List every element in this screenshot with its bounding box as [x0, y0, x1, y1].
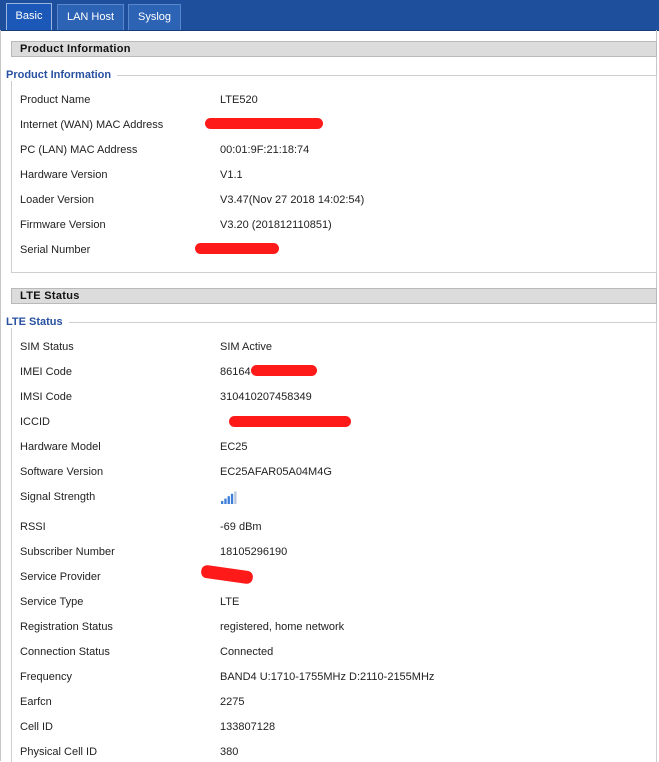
imei-code-label: IMEI Code [20, 366, 72, 378]
hardware-model-label: Hardware Model [20, 441, 101, 453]
wan-mac-redaction [205, 118, 323, 129]
tab-bar: Basic LAN Host Syslog [0, 0, 659, 31]
product-name-value: LTE520 [220, 94, 258, 106]
loader-version-value: V3.47(Nov 27 2018 14:02:54) [220, 194, 365, 206]
subscriber-number-label: Subscriber Number [20, 546, 115, 558]
firmware-version-label: Firmware Version [20, 219, 106, 231]
service-type-value: LTE [220, 596, 240, 608]
cell-id-value: 133807128 [220, 721, 276, 733]
tab-lan-host[interactable]: LAN Host [57, 4, 124, 30]
earfcn-value: 2275 [220, 696, 245, 708]
imsi-code-value: 310410207458349 [220, 391, 312, 403]
loader-version-label: Loader Version [20, 194, 94, 206]
rssi-value: -69 dBm [220, 521, 262, 533]
firmware-version-value: V3.20 (201812110851) [220, 219, 332, 231]
tab-basic[interactable]: Basic [6, 3, 52, 30]
product-information-fieldset [11, 75, 657, 273]
earfcn-label: Earfcn [20, 696, 52, 708]
subscriber-number-value: 18105296190 [220, 546, 288, 558]
lte-status-header: LTE Status [11, 288, 657, 304]
signal-bar [221, 501, 224, 504]
hardware-version-value: V1.1 [220, 169, 243, 181]
hardware-version-label: Hardware Version [20, 169, 108, 181]
imsi-code-label: IMSI Code [20, 391, 72, 403]
signal-bar [234, 491, 237, 504]
rssi-label: RSSI [20, 521, 46, 533]
wan-mac-label: Internet (WAN) MAC Address [20, 119, 164, 131]
service-provider-label: Service Provider [20, 571, 101, 583]
frequency-label: Frequency [20, 671, 72, 683]
product-information-legend: Product Information [6, 69, 118, 81]
iccid-redaction [229, 416, 351, 427]
physical-cell-id-value: 380 [220, 746, 239, 758]
registration-status-label: Registration Status [20, 621, 113, 633]
lan-mac-label: PC (LAN) MAC Address [20, 144, 138, 156]
sim-status-label: SIM Status [20, 341, 74, 353]
lte-status-fieldset [11, 322, 657, 762]
sim-status-value: SIM Active [220, 341, 272, 353]
iccid-label: ICCID [20, 416, 50, 428]
service-type-label: Service Type [20, 596, 84, 608]
physical-cell-id-label: Physical Cell ID [20, 746, 98, 758]
frequency-value: BAND4 U:1710-1755MHz D:2110-2155MHz [220, 671, 435, 683]
tab-syslog[interactable]: Syslog [128, 4, 181, 30]
connection-status-label: Connection Status [20, 646, 110, 658]
lte-status-legend: LTE Status [6, 316, 69, 328]
product-information-header: Product Information [11, 41, 657, 57]
product-name-label: Product Name [20, 94, 91, 106]
signal-bar [227, 496, 230, 504]
signal-bar [224, 498, 227, 504]
signal-strength-label: Signal Strength [20, 491, 96, 503]
connection-status-value: Connected [220, 646, 274, 658]
imei-code-value: 86164 [220, 366, 251, 378]
hardware-model-value: EC25 [220, 441, 248, 453]
signal-strength-icon [221, 491, 237, 504]
software-version-value: EC25AFAR05A04M4G [220, 466, 332, 478]
software-version-label: Software Version [20, 466, 104, 478]
registration-status-value: registered, home network [220, 621, 345, 633]
imei-redaction [251, 365, 317, 376]
lan-mac-value: 00:01:9F:21:18:74 [220, 144, 310, 156]
serial-number-label: Serial Number [20, 244, 91, 256]
serial-number-redaction [195, 243, 279, 254]
signal-bar [230, 493, 234, 504]
cell-id-label: Cell ID [20, 721, 54, 733]
